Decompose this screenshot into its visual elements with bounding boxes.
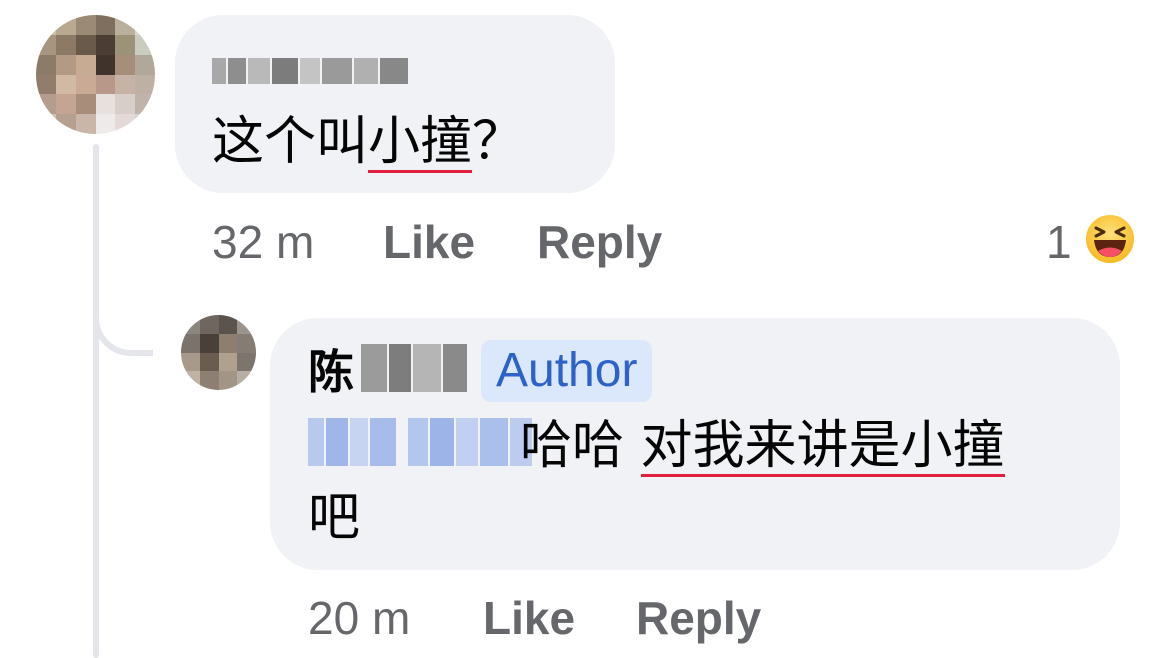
underlined-text: 小撞 — [368, 112, 473, 173]
blurred-author-name[interactable] — [361, 344, 467, 392]
comment-text: 这个叫小撞？ — [212, 112, 524, 173]
reply-text-plain: 哈哈 — [520, 416, 641, 476]
reply-button[interactable]: Reply — [636, 590, 761, 646]
reply-timestamp[interactable]: 20 m — [308, 590, 410, 646]
reply-text-line2: 吧 — [308, 488, 361, 548]
reply-connector-line — [93, 270, 153, 356]
comment-text-plain: 这个叫 — [212, 112, 369, 172]
author-badge: Author — [481, 340, 653, 402]
like-button[interactable]: Like — [483, 590, 575, 646]
reply-button[interactable]: Reply — [537, 214, 662, 270]
blurred-mention-tag[interactable] — [308, 418, 532, 466]
haha-emoji-icon[interactable] — [1084, 213, 1136, 265]
blurred-author-name[interactable] — [212, 58, 408, 84]
avatar-commenter[interactable] — [36, 15, 155, 134]
reaction-count[interactable]: 1 — [1046, 214, 1072, 270]
reply-text-line1: 哈哈 对我来讲是小撞 — [520, 416, 1005, 477]
thread-line — [93, 144, 99, 658]
author-name[interactable]: 陈 — [308, 344, 354, 400]
avatar-author[interactable] — [181, 315, 256, 390]
comment-timestamp[interactable]: 32 m — [212, 214, 314, 270]
underlined-text: 对我来讲是小撞 — [640, 416, 1005, 477]
comment-text-trailing: ？ — [472, 112, 525, 172]
like-button[interactable]: Like — [383, 214, 475, 270]
